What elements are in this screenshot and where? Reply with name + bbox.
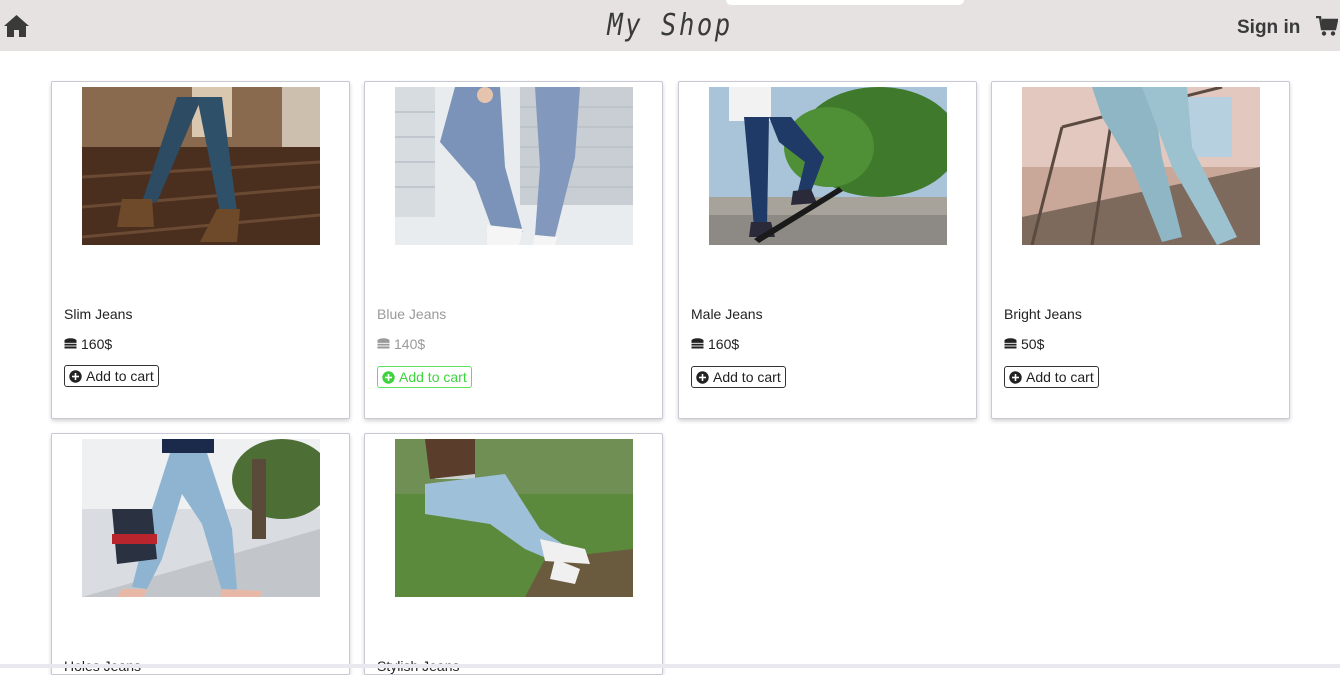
brand-logo: My Shop	[101, 8, 1240, 43]
product-name[interactable]: Blue Jeans	[377, 306, 446, 322]
add-to-cart-label: Add to cart	[399, 369, 467, 385]
top-bar: My Shop Sign in	[0, 0, 1340, 51]
product-card: Male Jeans 160$ Add to cart	[678, 81, 977, 419]
add-to-cart-label: Add to cart	[86, 368, 154, 384]
product-card: Blue Jeans 140$ Add to cart	[364, 81, 663, 419]
product-name[interactable]: Bright Jeans	[1004, 306, 1082, 322]
product-name[interactable]: Slim Jeans	[64, 306, 132, 322]
plus-circle-icon	[1009, 370, 1022, 384]
cart-icon[interactable]	[1316, 15, 1339, 37]
product-image[interactable]	[709, 87, 947, 245]
coins-icon	[377, 338, 390, 349]
bottom-edge	[0, 664, 1340, 668]
product-image[interactable]	[1022, 87, 1260, 245]
plus-circle-icon	[69, 369, 82, 383]
product-card: Slim Jeans 160$ Add to cart	[51, 81, 350, 419]
topbar-notch	[726, 0, 964, 5]
price-value: 140$	[394, 336, 426, 352]
add-to-cart-button[interactable]: Add to cart	[691, 366, 786, 388]
product-image[interactable]	[395, 87, 633, 245]
product-price: 160$	[691, 336, 739, 352]
product-price: 50$	[1004, 336, 1044, 352]
signin-link[interactable]: Sign in	[1237, 17, 1300, 39]
product-image[interactable]	[395, 439, 633, 597]
product-card: Stylish Jeans	[364, 433, 663, 675]
add-to-cart-label: Add to cart	[713, 369, 781, 385]
add-to-cart-button[interactable]: Add to cart	[64, 365, 159, 387]
product-image[interactable]	[82, 439, 320, 597]
product-card: Holes Jeans	[51, 433, 350, 675]
product-image[interactable]	[82, 87, 320, 245]
add-to-cart-button[interactable]: Add to cart	[1004, 366, 1099, 388]
add-to-cart-button[interactable]: Add to cart	[377, 366, 472, 388]
product-price: 160$	[64, 336, 112, 352]
coins-icon	[691, 338, 704, 349]
product-card: Bright Jeans 50$ Add to cart	[991, 81, 1290, 419]
plus-circle-icon	[696, 370, 709, 384]
plus-circle-icon	[382, 370, 395, 384]
add-to-cart-label: Add to cart	[1026, 369, 1094, 385]
home-icon[interactable]	[3, 14, 30, 38]
product-price: 140$	[377, 336, 425, 352]
coins-icon	[64, 338, 77, 349]
coins-icon	[1004, 338, 1017, 349]
price-value: 50$	[1021, 336, 1045, 352]
brand-text[interactable]: My Shop	[607, 8, 732, 43]
price-value: 160$	[81, 336, 113, 352]
price-value: 160$	[708, 336, 740, 352]
product-name[interactable]: Male Jeans	[691, 306, 763, 322]
